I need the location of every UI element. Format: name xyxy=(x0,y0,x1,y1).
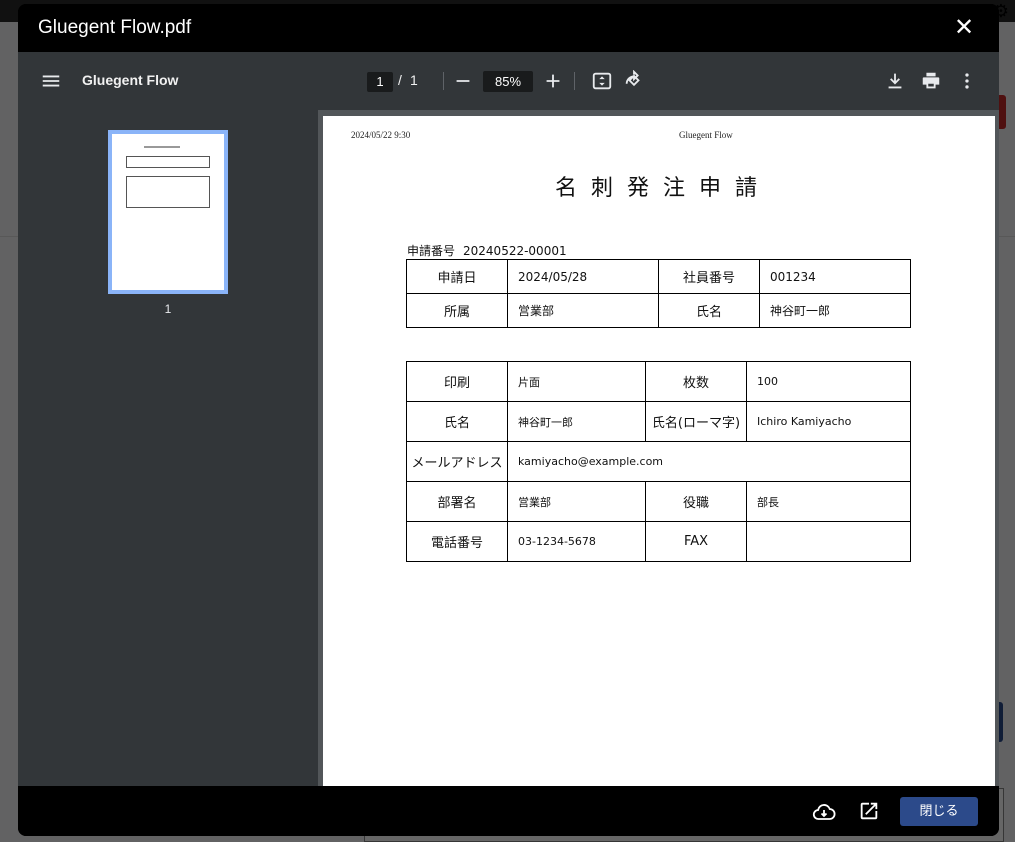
table-cell-value: 神谷町一郎 xyxy=(759,293,911,328)
dialog-header: Gluegent Flow.pdf ✕ xyxy=(18,4,999,52)
page-view-area[interactable]: 2024/05/22 9:30 Gluegent Flow 名刺発注申請 申請番… xyxy=(318,110,999,786)
page-total: 1 xyxy=(410,72,418,88)
table-cell-value: 部長 xyxy=(746,481,911,522)
table-cell-value: kamiyacho@example.com xyxy=(507,441,911,482)
close-button[interactable]: 閉じる xyxy=(900,797,978,826)
table-cell-label: 枚数 xyxy=(645,361,747,402)
thumbnail-table-1 xyxy=(126,156,210,168)
more-icon[interactable] xyxy=(956,70,978,92)
open-external-icon[interactable] xyxy=(858,800,880,822)
table-cell-value: 営業部 xyxy=(507,293,659,328)
pdf-viewer: Gluegent Flow 1 / 1 85% 1 2024/05/22 9:3… xyxy=(18,52,999,786)
pdf-toolbar: Gluegent Flow 1 / 1 85% xyxy=(18,52,999,110)
table-cell-value: 03-1234-5678 xyxy=(507,521,646,562)
document-title: 名刺発注申請 xyxy=(554,176,771,201)
application-info-table: 申請日 2024/05/28 社員番号 001234 所属 営業部 氏名 神谷町… xyxy=(406,259,911,328)
table-cell-value: Ichiro Kamiyacho xyxy=(746,401,911,442)
table-cell-value: 2024/05/28 xyxy=(507,259,659,294)
rotate-icon[interactable] xyxy=(623,70,645,92)
toolbar-divider xyxy=(574,72,575,90)
thumbnail-title xyxy=(144,146,180,148)
zoom-out-icon[interactable] xyxy=(452,70,474,92)
table-row: 印刷 片面 枚数 100 xyxy=(406,361,911,402)
business-card-table: 印刷 片面 枚数 100 氏名 神谷町一郎 氏名(ローマ字) Ichiro Ka… xyxy=(406,361,911,562)
table-cell-value: 001234 xyxy=(759,259,911,294)
table-cell-label: 氏名 xyxy=(658,293,760,328)
table-row: 所属 営業部 氏名 神谷町一郎 xyxy=(406,293,911,328)
zoom-input[interactable]: 85% xyxy=(483,71,533,92)
table-cell-value: 神谷町一郎 xyxy=(507,401,646,442)
pdf-preview-dialog: Gluegent Flow.pdf ✕ Gluegent Flow 1 / 1 … xyxy=(18,4,999,836)
table-cell-label: 社員番号 xyxy=(658,259,760,294)
page-thumbnail[interactable] xyxy=(108,130,228,294)
table-cell-label: メールアドレス xyxy=(406,441,508,482)
table-cell-label: 所属 xyxy=(406,293,508,328)
dialog-footer: 閉じる xyxy=(18,786,999,836)
application-number-value: 20240522-00001 xyxy=(463,244,567,258)
close-icon[interactable]: ✕ xyxy=(951,15,977,41)
cloud-download-icon[interactable] xyxy=(812,800,836,824)
page-separator: / xyxy=(398,72,402,88)
pdf-page: 2024/05/22 9:30 Gluegent Flow 名刺発注申請 申請番… xyxy=(323,116,995,786)
document-name: Gluegent Flow xyxy=(82,72,179,88)
table-cell-label: 電話番号 xyxy=(406,521,508,562)
table-row: 申請日 2024/05/28 社員番号 001234 xyxy=(406,259,911,294)
page-number-input[interactable]: 1 xyxy=(367,72,393,92)
table-cell-label: 印刷 xyxy=(406,361,508,402)
zoom-in-icon[interactable] xyxy=(542,70,564,92)
table-cell-label: 氏名(ローマ字) xyxy=(645,401,747,442)
dialog-title: Gluegent Flow.pdf xyxy=(38,17,192,38)
table-row: 部署名 営業部 役職 部長 xyxy=(406,481,911,522)
table-row: 電話番号 03-1234-5678 FAX xyxy=(406,521,911,562)
thumbnail-page-number: 1 xyxy=(164,302,172,316)
table-row: 氏名 神谷町一郎 氏名(ローマ字) Ichiro Kamiyacho xyxy=(406,401,911,442)
download-icon[interactable] xyxy=(884,70,906,92)
thumbnail-table-2 xyxy=(126,176,210,208)
table-cell-label: 申請日 xyxy=(406,259,508,294)
fit-page-icon[interactable] xyxy=(591,70,613,92)
table-row: メールアドレス kamiyacho@example.com xyxy=(406,441,911,482)
table-cell-label: 役職 xyxy=(645,481,747,522)
table-cell-label: 氏名 xyxy=(406,401,508,442)
print-date: 2024/05/22 9:30 xyxy=(351,130,411,140)
table-cell-label: FAX xyxy=(645,521,747,562)
application-number-label: 申請番号 xyxy=(407,244,456,258)
table-cell-value: 営業部 xyxy=(507,481,646,522)
application-number: 申請番号 20240522-00001 xyxy=(407,242,567,259)
table-cell-value: 片面 xyxy=(507,361,646,402)
print-app-name: Gluegent Flow xyxy=(679,130,733,140)
table-cell-label: 部署名 xyxy=(406,481,508,522)
table-cell-value xyxy=(746,521,911,562)
print-icon[interactable] xyxy=(920,70,942,92)
toolbar-divider xyxy=(443,72,444,90)
table-cell-value: 100 xyxy=(746,361,911,402)
menu-icon[interactable] xyxy=(40,70,62,92)
thumbnail-sidebar: 1 xyxy=(18,110,318,786)
